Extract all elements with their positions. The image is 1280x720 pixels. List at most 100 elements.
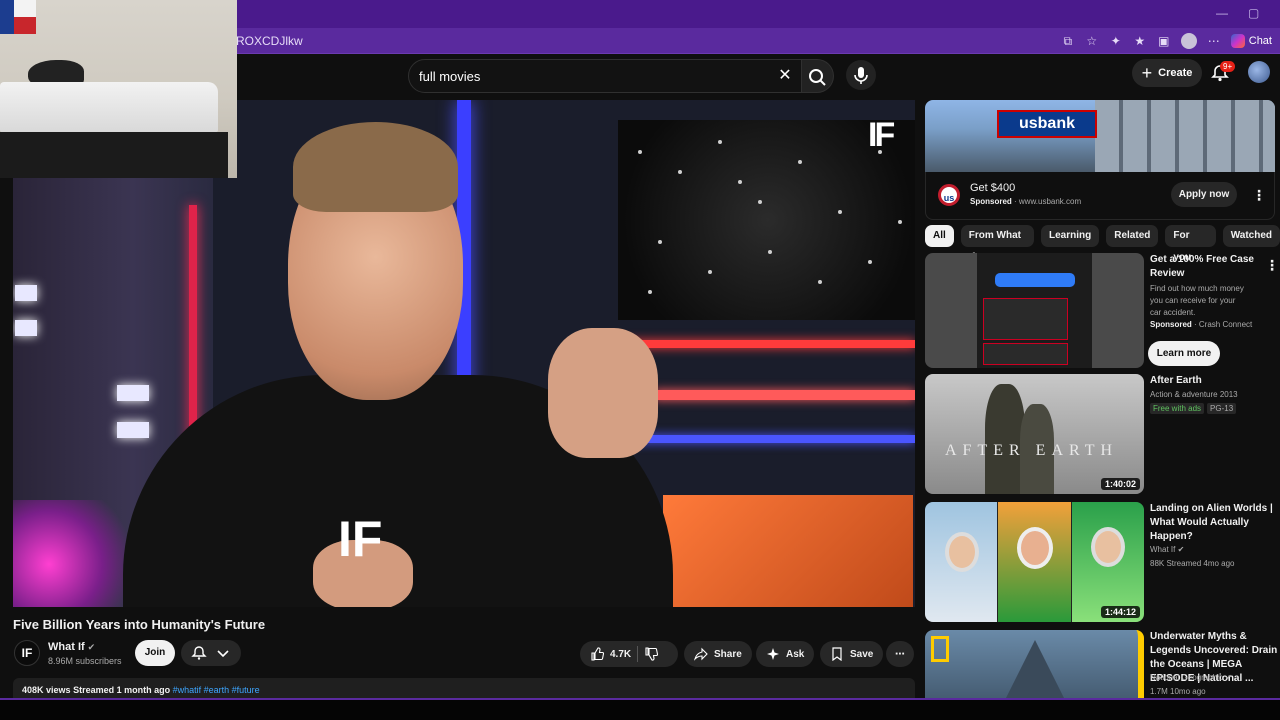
- learn-more-button[interactable]: Learn more: [1148, 341, 1220, 366]
- channel-name-text[interactable]: What If: [48, 641, 85, 653]
- chip-from-what-if[interactable]: From What If: [960, 225, 1034, 263]
- view-count: 408K views: [22, 685, 71, 695]
- ad-sponsor-line: Sponsored · www.usbank.com: [970, 197, 1082, 206]
- ask-button[interactable]: Ask: [756, 641, 815, 667]
- create-button[interactable]: + Create: [1132, 59, 1202, 87]
- astronaut-face: [945, 532, 979, 572]
- shipwreck-silhouette: [1005, 640, 1065, 698]
- rec-channel[interactable]: What If ✔: [1150, 545, 1184, 554]
- ad-banner-image[interactable]: usbank: [925, 100, 1275, 172]
- after-earth-thumbnail[interactable]: AFTER EARTH 1:40:02: [925, 374, 1144, 494]
- profile-avatar[interactable]: [1180, 33, 1197, 49]
- video-duration: 1:40:02: [1100, 478, 1140, 490]
- channel-name[interactable]: What If ✔: [48, 641, 95, 653]
- rec-channel[interactable]: National Geographic ✔: [1150, 673, 1232, 682]
- search-query[interactable]: full movies: [419, 69, 480, 84]
- video-title: Five Billion Years into Humanity's Futur…: [13, 617, 266, 632]
- plus-icon: +: [1141, 63, 1153, 83]
- chip-watched[interactable]: Watched: [1222, 225, 1280, 247]
- more-horizontal-icon: ⋯: [895, 648, 905, 660]
- channel-watermark[interactable]: IF: [868, 116, 895, 155]
- collections-icon[interactable]: ▣: [1157, 34, 1171, 48]
- rec-channel-name[interactable]: National Geographic: [1150, 673, 1223, 682]
- ad-info: us Get $400 Sponsored · www.usbank.com A…: [925, 172, 1275, 220]
- rec-description: Find out how much money you can receive …: [1150, 284, 1244, 317]
- apply-now-button[interactable]: Apply now: [1171, 182, 1237, 207]
- rec-item-alien-worlds[interactable]: 1:44:12 Landing on Alien Worlds | What W…: [925, 502, 1280, 624]
- ad-title[interactable]: Get $400: [970, 182, 1015, 194]
- like-icon[interactable]: [590, 647, 604, 661]
- like-count[interactable]: 4.7K: [610, 649, 631, 660]
- sponsored-label: Sponsored: [1150, 320, 1192, 329]
- extension-icon[interactable]: ✦: [1109, 34, 1123, 48]
- ad-menu-icon[interactable]: ⋮: [1252, 188, 1266, 202]
- rec-title[interactable]: After Earth: [1150, 374, 1278, 388]
- verified-icon: ✔: [87, 642, 96, 652]
- share-button[interactable]: Share: [684, 641, 752, 667]
- rec-title[interactable]: Get a 100% Free Case Review: [1150, 253, 1278, 281]
- chat-bubble: [983, 298, 1068, 340]
- share-label: Share: [714, 648, 742, 660]
- bed-frame: [0, 132, 228, 178]
- clear-search-icon[interactable]: ✕: [775, 66, 795, 86]
- chat-button[interactable]: Chat: [1230, 34, 1272, 48]
- underwater-thumbnail[interactable]: [925, 630, 1144, 698]
- more-actions-button[interactable]: ⋯: [886, 641, 914, 667]
- thumbs-up-hand: [548, 328, 658, 458]
- subscription-bell-button[interactable]: [181, 640, 241, 666]
- red-light-bar: [613, 340, 915, 348]
- rec-title[interactable]: Landing on Alien Worlds | What Would Act…: [1150, 502, 1278, 544]
- search-input[interactable]: full movies ✕: [408, 59, 802, 93]
- sponsored-label: Sponsored: [970, 197, 1012, 206]
- studio-light: [117, 422, 149, 438]
- chat-bubble: [983, 343, 1068, 365]
- favorite-star-icon[interactable]: ☆: [1085, 34, 1099, 48]
- channel-avatar[interactable]: IF: [14, 640, 40, 666]
- advertiser-logo[interactable]: us: [938, 184, 960, 206]
- voice-search-button[interactable]: [846, 60, 876, 90]
- shirt-logo: IF: [338, 511, 383, 567]
- save-button[interactable]: Save: [820, 641, 884, 667]
- chip-learning[interactable]: Learning: [1041, 225, 1100, 247]
- mattress: [0, 82, 218, 132]
- chip-related[interactable]: Related: [1106, 225, 1159, 247]
- video-duration: 1:44:12: [1100, 606, 1140, 618]
- hashtags[interactable]: #whatif #earth #future: [173, 685, 260, 695]
- rec-channel-name[interactable]: What If: [1150, 545, 1175, 554]
- description-box[interactable]: 408K views Streamed 1 month ago #whatif …: [13, 678, 915, 700]
- favorites-icon[interactable]: ★: [1133, 34, 1147, 48]
- rec-item-after-earth[interactable]: AFTER EARTH 1:40:02 After Earth Action &…: [925, 374, 1280, 496]
- join-button[interactable]: Join: [135, 640, 175, 666]
- url-text[interactable]: ROXCDJlkw: [236, 34, 303, 48]
- alien-worlds-thumbnail[interactable]: 1:44:12: [925, 502, 1144, 622]
- bank-building: [1095, 100, 1275, 172]
- sponsored-recommendation[interactable]: Get a 100% Free Case Review Find out how…: [925, 253, 1280, 371]
- rec-menu-icon[interactable]: ⋮: [1265, 258, 1279, 272]
- bookmark-icon: [832, 647, 842, 661]
- more-menu-icon[interactable]: ⋯: [1207, 34, 1221, 48]
- minimize-icon[interactable]: —: [1216, 6, 1228, 20]
- chip-for-you[interactable]: For you: [1165, 225, 1216, 263]
- bell-icon: [191, 646, 229, 660]
- rec-genre: Action & adventure 2013: [1150, 390, 1238, 399]
- notifications-badge: 9+: [1220, 61, 1236, 72]
- sponsored-thumbnail[interactable]: [925, 253, 1144, 368]
- restore-icon[interactable]: ▢: [1248, 6, 1259, 20]
- account-avatar[interactable]: [1248, 61, 1270, 83]
- webcam-overlay: [0, 0, 237, 178]
- share-icon: [694, 647, 708, 661]
- verified-icon: ✔: [1225, 673, 1232, 682]
- rec-item-underwater-myths[interactable]: Underwater Myths & Legends Uncovered: Dr…: [925, 630, 1280, 698]
- dislike-icon[interactable]: [644, 647, 659, 661]
- streamed-date: Streamed 1 month ago: [73, 685, 171, 695]
- studio-light: [15, 320, 37, 336]
- rec-meta: 1.7M 10mo ago: [1150, 687, 1206, 696]
- orange-shelf: [663, 495, 913, 607]
- pill-divider: [637, 646, 639, 662]
- search-icon: [809, 69, 826, 86]
- search-button[interactable]: [802, 59, 834, 93]
- chip-all[interactable]: All: [925, 225, 954, 247]
- split-screen-icon[interactable]: ⧉: [1061, 34, 1075, 48]
- advertiser-name: Crash Connect: [1198, 320, 1253, 329]
- free-with-ads-badge: Free with ads: [1150, 403, 1205, 414]
